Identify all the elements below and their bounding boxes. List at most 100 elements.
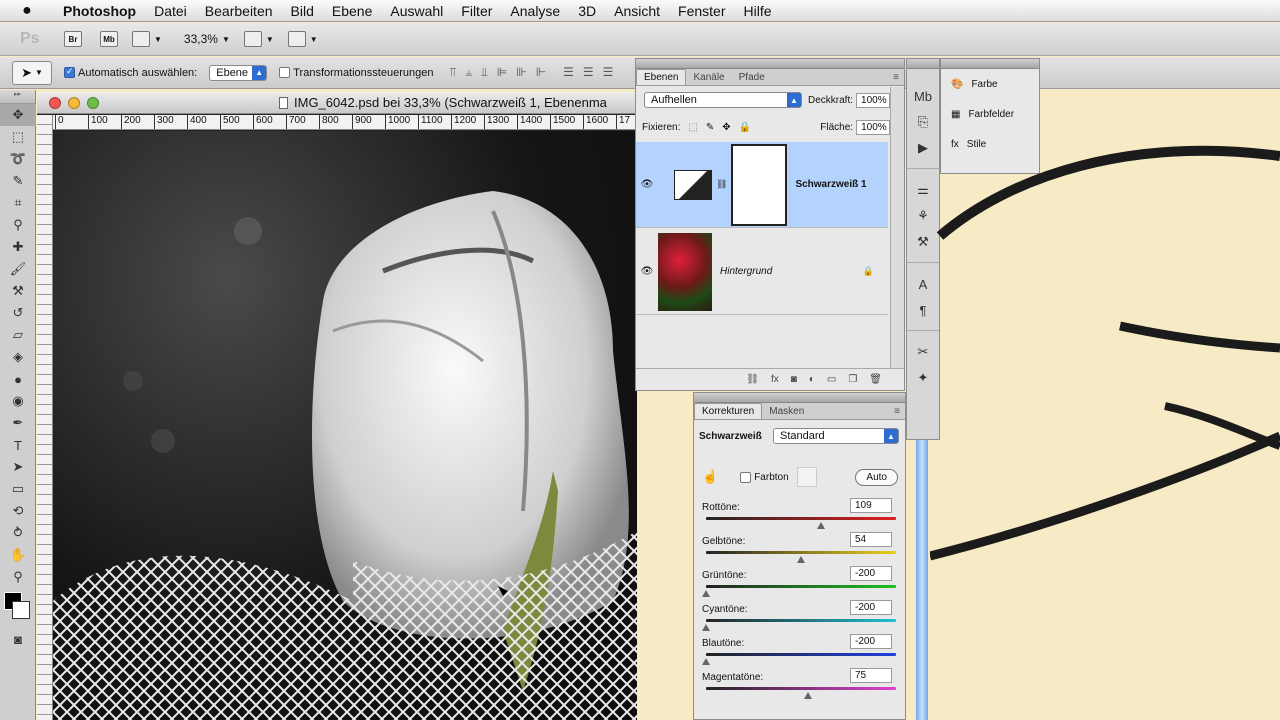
path-selection-tool-icon[interactable]: ➤ — [0, 456, 36, 478]
slider-thumb[interactable] — [817, 522, 826, 529]
panel-menu-icon[interactable]: ≡ — [888, 70, 904, 85]
transform-controls-checkbox[interactable] — [279, 67, 291, 78]
hand-tool-icon[interactable]: ✋ — [0, 544, 36, 566]
distribute-vcenter-icon[interactable]: ☰ — [583, 65, 594, 80]
align-hcenter-icon[interactable]: ⊪ — [516, 65, 526, 80]
auto-button[interactable]: Auto — [855, 468, 898, 486]
new-group-icon[interactable]: ▭ — [827, 374, 836, 385]
fill-field[interactable]: 100% — [856, 120, 891, 135]
slider-track[interactable] — [706, 585, 896, 588]
auto-select-dropdown[interactable]: Ebene ▲ — [209, 64, 268, 81]
lock-position-icon[interactable]: ✥ — [722, 122, 730, 133]
slider-track[interactable] — [706, 551, 896, 554]
slider-track[interactable] — [706, 653, 896, 656]
add-mask-icon[interactable]: ◙ — [791, 374, 797, 385]
auto-select-checkbox[interactable] — [64, 66, 75, 78]
background-color-swatch[interactable] — [12, 601, 30, 619]
horizontal-ruler[interactable]: 0 100 200 300 400 500 600 700 800 900 10… — [53, 115, 637, 130]
slider-thumb[interactable] — [702, 590, 710, 597]
tab-pfade[interactable]: Pfade — [732, 70, 772, 85]
menu-ansicht[interactable]: Ansicht — [605, 3, 669, 19]
menu-filter[interactable]: Filter — [452, 3, 501, 19]
chevron-down-icon[interactable]: ▼ — [266, 35, 274, 44]
slider-value-field[interactable]: 75 — [850, 668, 892, 683]
menu-fenster[interactable]: Fenster — [669, 3, 734, 19]
align-top-icon[interactable]: ⫪ — [449, 65, 456, 80]
align-right-icon[interactable]: ⊩ — [536, 65, 546, 80]
zoom-window-icon[interactable] — [87, 96, 99, 109]
eraser-tool-icon[interactable]: ▱ — [0, 324, 36, 346]
slider-track[interactable] — [706, 619, 896, 622]
layer-name[interactable]: Hintergrund — [720, 266, 772, 277]
blend-mode-dropdown[interactable]: Aufhellen ▲ — [644, 92, 802, 108]
pen-tool-icon[interactable]: ✒ — [0, 412, 36, 434]
fx-icon[interactable]: fx — [771, 374, 779, 385]
crop-tool-icon[interactable]: ⌗ — [0, 192, 36, 214]
slider-value-field[interactable]: -200 — [850, 600, 892, 615]
view-extras-button[interactable] — [132, 31, 150, 47]
quick-select-tool-icon[interactable]: ✎ — [0, 170, 36, 192]
zoom-tool-icon[interactable]: ⚲ — [0, 566, 36, 588]
menu-datei[interactable]: Datei — [145, 3, 196, 19]
slider-value-field[interactable]: 109 — [850, 498, 892, 513]
tab-korrekturen[interactable]: Korrekturen — [694, 403, 763, 419]
move-tool-icon[interactable]: ✥ — [0, 104, 36, 126]
slider-value-field[interactable]: 54 — [850, 532, 892, 547]
targeted-adjustment-icon[interactable]: ☝ — [702, 469, 718, 485]
dodge-tool-icon[interactable]: ● — [0, 368, 36, 390]
zoom-level[interactable]: 33,3% — [184, 32, 218, 46]
panel-menu-icon[interactable]: ≡ — [889, 404, 905, 419]
mini-bridge-button[interactable]: Mb — [100, 31, 118, 47]
link-icon[interactable]: ⛓ — [716, 179, 727, 190]
trash-icon[interactable]: 🗑 — [869, 374, 882, 385]
menu-3d[interactable]: 3D — [569, 3, 605, 19]
tint-color-swatch[interactable] — [796, 467, 817, 487]
layers-panel-titlebar[interactable] — [636, 59, 904, 69]
align-vcenter-icon[interactable]: ⫨ — [465, 65, 472, 80]
menu-analyse[interactable]: Analyse — [501, 3, 569, 19]
close-window-icon[interactable] — [49, 96, 61, 109]
3d-orbit-tool-icon[interactable]: ⥁ — [0, 522, 36, 544]
menu-auswahl[interactable]: Auswahl — [381, 3, 452, 19]
tab-ebenen[interactable]: Ebenen — [636, 69, 687, 85]
bridge-button[interactable]: Br — [64, 31, 82, 47]
eye-icon[interactable]: 👁 — [636, 266, 658, 277]
slider-thumb[interactable] — [702, 624, 710, 631]
type-tool-icon[interactable]: T — [0, 434, 36, 456]
toolbox-grip[interactable]: ▸▸ — [0, 90, 35, 104]
new-layer-icon[interactable]: ❐ — [848, 374, 857, 385]
chevron-down-icon[interactable]: ▼ — [310, 35, 318, 44]
tool-preset-picker[interactable]: ➤ ▼ — [12, 60, 52, 85]
align-bottom-icon[interactable]: ⫫ — [481, 65, 488, 80]
tint-checkbox[interactable] — [740, 471, 752, 483]
clone-stamp-tool-icon[interactable]: ⚒ — [0, 280, 36, 302]
eyedropper-tool-icon[interactable]: ⚲ — [0, 214, 36, 236]
blur-tool-icon[interactable]: ◉ — [0, 390, 36, 412]
distribute-top-icon[interactable]: ☰ — [563, 65, 574, 80]
paint-bucket-tool-icon[interactable]: ◈ — [0, 346, 36, 368]
chevron-down-icon[interactable]: ▼ — [222, 35, 230, 44]
layer-name[interactable]: Schwarzweiß 1 — [795, 179, 866, 190]
layer-mask-thumbnail[interactable] — [731, 143, 788, 226]
tab-kanaele[interactable]: Kanäle — [686, 70, 731, 85]
slider-thumb[interactable] — [796, 556, 805, 563]
distribute-bottom-icon[interactable]: ☰ — [603, 65, 614, 80]
slider-thumb[interactable] — [702, 658, 710, 665]
adjustment-layer-icon[interactable]: ◐ — [809, 374, 815, 385]
lasso-tool-icon[interactable]: ➰ — [0, 148, 36, 170]
arrange-documents-button[interactable] — [243, 31, 262, 47]
menu-bild[interactable]: Bild — [282, 3, 323, 19]
image-canvas[interactable] — [53, 131, 637, 720]
tab-masken[interactable]: Masken — [762, 404, 811, 419]
healing-brush-tool-icon[interactable]: ✚ — [0, 236, 36, 258]
layers-scrollbar[interactable] — [890, 87, 904, 369]
slider-value-field[interactable]: -200 — [850, 634, 892, 649]
screen-mode-button[interactable] — [287, 31, 306, 47]
slider-thumb[interactable] — [804, 692, 813, 699]
align-left-icon[interactable]: ⊫ — [497, 65, 507, 80]
chevron-down-icon[interactable]: ▼ — [154, 35, 162, 44]
layer-thumbnail[interactable] — [658, 232, 712, 311]
slider-track[interactable] — [706, 517, 896, 520]
quick-mask-icon[interactable]: ◙ — [0, 628, 36, 650]
lock-all-icon[interactable]: 🔒 — [739, 122, 751, 133]
